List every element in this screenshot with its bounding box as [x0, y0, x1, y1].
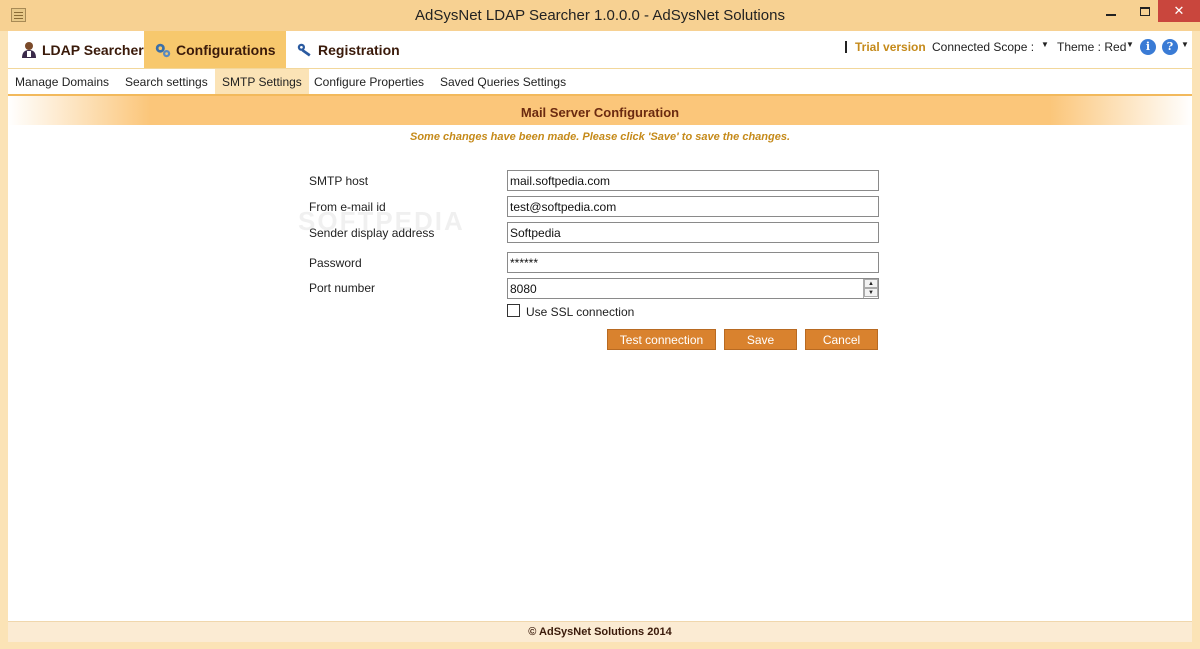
subtab-configure-properties[interactable]: Configure Properties — [307, 69, 431, 95]
from-email-input[interactable] — [507, 196, 879, 217]
footer-copyright: © AdSysNet Solutions 2014 — [8, 621, 1192, 642]
tab-label: Configurations — [176, 41, 276, 58]
maximize-icon — [1140, 7, 1150, 17]
minimize-icon — [1106, 13, 1116, 16]
subtab-smtp-settings[interactable]: SMTP Settings — [215, 69, 309, 95]
tab-ldap-searcher[interactable]: LDAP Searcher — [20, 31, 144, 68]
from-email-label: From e-mail id — [309, 200, 386, 214]
info-icon[interactable]: i — [1140, 39, 1156, 55]
window-title: AdSysNet LDAP Searcher 1.0.0.0 - AdSysNe… — [415, 7, 785, 24]
close-button[interactable]: ✕ — [1158, 0, 1200, 22]
port-spinner[interactable]: ▲ ▼ — [863, 279, 878, 298]
section-header: Mail Server Configuration — [8, 94, 1192, 125]
close-icon: ✕ — [1173, 3, 1185, 18]
port-number-input[interactable] — [507, 278, 879, 299]
chevron-down-icon[interactable]: ▼ — [1041, 40, 1049, 49]
title-bar: AdSysNet LDAP Searcher 1.0.0.0 - AdSysNe… — [0, 0, 1200, 31]
toolbar-separator — [845, 41, 847, 53]
maximize-button[interactable] — [1131, 0, 1159, 22]
section-title: Mail Server Configuration — [520, 105, 680, 120]
sender-display-input[interactable] — [507, 222, 879, 243]
gears-icon — [155, 43, 171, 57]
minimize-button[interactable] — [1097, 0, 1125, 22]
smtp-host-label: SMTP host — [309, 174, 369, 188]
sub-tab-bar: Manage Domains Search settings SMTP Sett… — [8, 68, 1192, 95]
password-label: Password — [309, 256, 362, 270]
port-number-label: Port number — [309, 281, 376, 295]
spin-down-icon[interactable]: ▼ — [864, 288, 878, 297]
trial-version-label[interactable]: Trial version — [855, 40, 926, 54]
ssl-checkbox[interactable] — [507, 304, 520, 317]
ssl-checkbox-label[interactable]: Use SSL connection — [526, 305, 634, 319]
sender-display-label: Sender display address — [309, 226, 435, 240]
tab-label: Registration — [318, 41, 400, 58]
spin-up-icon[interactable]: ▲ — [864, 279, 878, 288]
smtp-host-input[interactable] — [507, 170, 879, 191]
tab-label: LDAP Searcher — [42, 41, 144, 58]
subtab-search-settings[interactable]: Search settings — [118, 69, 215, 95]
unsaved-changes-notice: Some changes have been made. Please clic… — [409, 131, 791, 143]
key-icon — [297, 43, 311, 56]
test-connection-button[interactable]: Test connection — [607, 329, 716, 350]
content-panel: Mail Server Configuration Some changes h… — [8, 94, 1192, 621]
save-button[interactable]: Save — [724, 329, 797, 350]
theme-selector[interactable]: Theme : Red — [1057, 40, 1126, 54]
chevron-down-icon[interactable]: ▼ — [1181, 40, 1189, 49]
user-icon — [22, 41, 36, 58]
tab-registration[interactable]: Registration — [296, 31, 400, 68]
subtab-manage-domains[interactable]: Manage Domains — [8, 69, 116, 95]
tab-configurations[interactable]: Configurations — [144, 31, 286, 68]
subtab-saved-queries-settings[interactable]: Saved Queries Settings — [433, 69, 573, 95]
help-icon[interactable]: ? — [1162, 39, 1178, 55]
cancel-button[interactable]: Cancel — [805, 329, 878, 350]
connected-scope-label[interactable]: Connected Scope : — [932, 40, 1034, 54]
password-input[interactable] — [507, 252, 879, 273]
chevron-down-icon[interactable]: ▼ — [1126, 40, 1134, 49]
